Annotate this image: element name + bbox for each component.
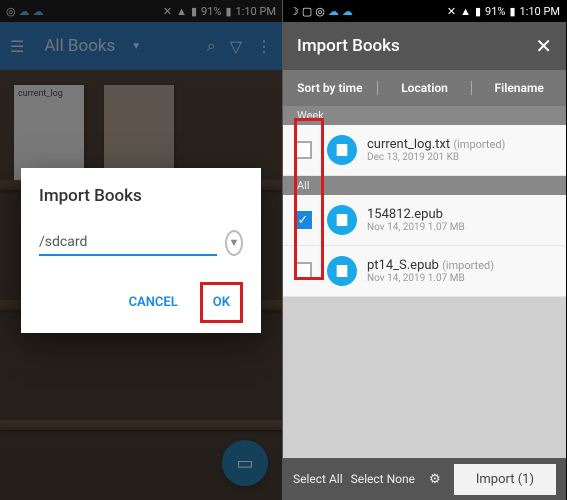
file-type-icon (327, 256, 357, 286)
section-header-week: Week (283, 106, 566, 125)
battery-icon: ▮ (509, 5, 515, 18)
file-meta: Nov 14, 2019 1.07 MB (367, 273, 556, 284)
select-all-link[interactable]: Select All (293, 472, 343, 486)
modal-overlay: Import Books ▼ CANCEL OK (0, 0, 282, 500)
left-phone-screenshot: ◎ ☁ ☁ ✕ ▲ ▮ 91% ▮ 1:10 PM ☰ All Books ▼ … (0, 0, 283, 500)
checkbox[interactable]: ✓ (294, 211, 312, 229)
path-input[interactable] (39, 230, 217, 256)
file-row[interactable]: current_log.txt (imported) Dec 13, 2019 … (283, 125, 566, 176)
import-header: Import Books ✕ (283, 22, 566, 70)
sort-by-location[interactable]: Location (378, 81, 472, 95)
moon-icon: ☽ (289, 5, 299, 18)
sort-by-filename[interactable]: Filename (472, 81, 566, 95)
close-icon[interactable]: ✕ (535, 34, 552, 58)
import-footer: Select All Select None ⚙ Import (1) (283, 458, 566, 500)
dialog-title: Import Books (39, 186, 243, 206)
instagram-icon: ◎ (315, 5, 325, 18)
cancel-button[interactable]: CANCEL (121, 282, 186, 323)
file-meta: Dec 13, 2019 201 KB (367, 152, 556, 163)
file-type-icon (327, 135, 357, 165)
file-name: pt14_S.epub (imported) (367, 258, 556, 273)
checkbox[interactable] (294, 141, 312, 159)
file-type-icon (327, 205, 357, 235)
file-row[interactable]: ✓ 154812.epub Nov 14, 2019 1.07 MB (283, 195, 566, 246)
gear-icon[interactable]: ⚙ (429, 472, 441, 487)
chevron-down-icon: ▼ (229, 236, 240, 249)
app-icon: ▢ (302, 5, 312, 18)
file-meta: Nov 14, 2019 1.07 MB (367, 222, 556, 233)
signal-icon: ▮ (475, 5, 481, 18)
checkbox[interactable] (294, 262, 312, 280)
right-phone-screenshot: ☽ ▢ ◎ ☁ ☁ ✕ ▲ ▮ 91% ▮ 1:10 PM Import Boo… (283, 0, 566, 500)
sort-bar: Sort by time Location Filename (283, 70, 566, 106)
clock: 1:10 PM (520, 5, 560, 18)
sort-by-time[interactable]: Sort by time (283, 81, 377, 95)
page-title: Import Books (297, 36, 400, 56)
file-name: 154812.epub (367, 207, 556, 222)
wifi-icon: ▲ (460, 5, 471, 18)
select-none-link[interactable]: Select None (351, 472, 415, 486)
path-dropdown-button[interactable]: ▼ (225, 230, 243, 256)
import-button[interactable]: Import (1) (454, 464, 556, 495)
battery-percent: 91% (485, 5, 505, 18)
cloud-icon: ☁ (328, 5, 339, 18)
file-row[interactable]: pt14_S.epub (imported) Nov 14, 2019 1.07… (283, 246, 566, 297)
import-dialog: Import Books ▼ CANCEL OK (21, 168, 261, 333)
vibrate-icon: ✕ (447, 5, 456, 18)
status-bar: ☽ ▢ ◎ ☁ ☁ ✕ ▲ ▮ 91% ▮ 1:10 PM (283, 0, 566, 22)
highlight-box: OK (200, 282, 243, 323)
cloud-icon: ☁ (342, 5, 353, 18)
file-name: current_log.txt (imported) (367, 137, 556, 152)
section-header-all: All (283, 176, 566, 195)
ok-button[interactable]: OK (205, 287, 238, 318)
